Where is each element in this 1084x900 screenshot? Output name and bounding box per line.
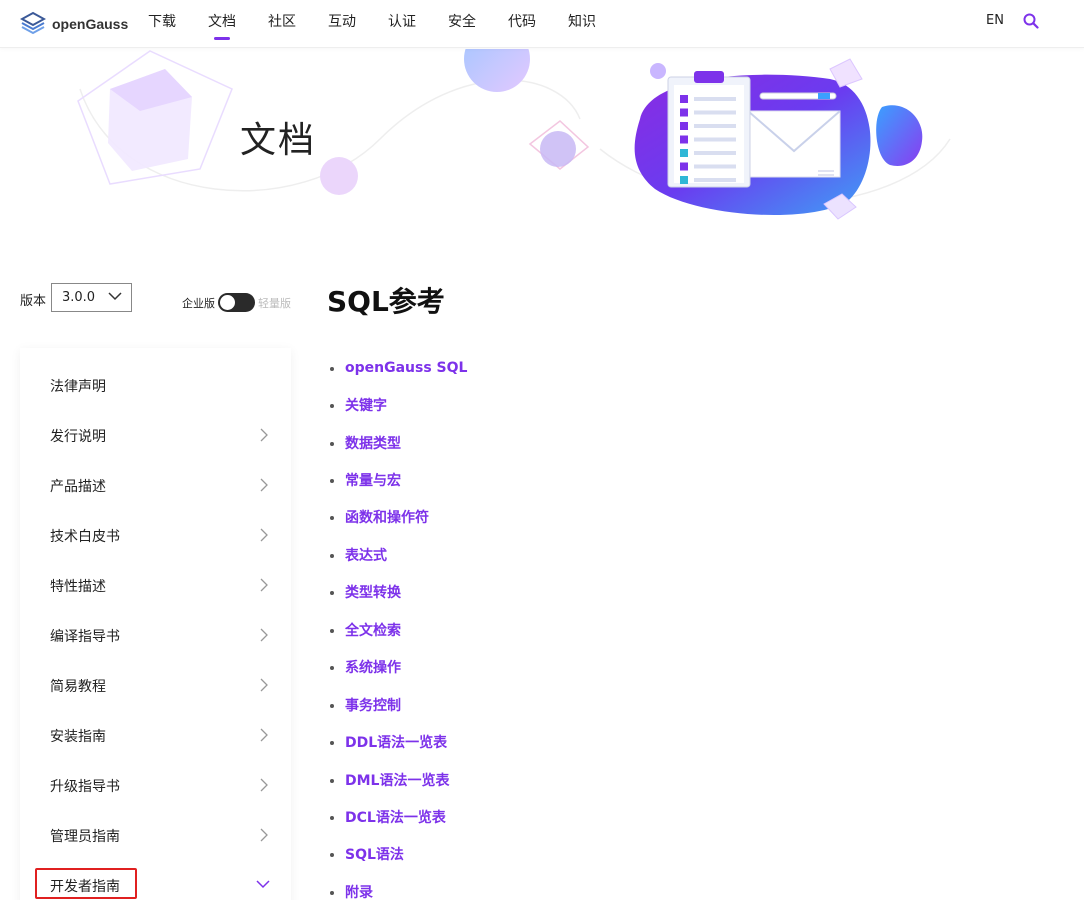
content-link-4[interactable]: 函数和操作符: [345, 507, 429, 527]
list-item: 附录: [330, 873, 467, 900]
list-item: 表达式: [330, 536, 467, 573]
chevron-right-icon: [260, 478, 268, 492]
edition-toggle[interactable]: [218, 293, 255, 312]
list-item: 系统操作: [330, 649, 467, 686]
banner-decoration-illustration: [77, 49, 951, 220]
chevron-right-icon: [260, 778, 268, 792]
sidebar-item-label: 特性描述: [50, 579, 106, 595]
sidebar-item-label: 技术白皮书: [50, 529, 120, 545]
list-item: 常量与宏: [330, 461, 467, 498]
chevron-right-icon: [260, 678, 268, 692]
edition-lite-label: 轻量版: [258, 297, 291, 310]
content-link-list: openGauss SQL 关键字数据类型常量与宏函数和操作符 表达式类型转换全文检…: [330, 349, 467, 900]
list-item: 关键字: [330, 386, 467, 423]
sidebar-item-8[interactable]: 升级指导书: [20, 758, 291, 808]
sidebar-item-1[interactable]: 发行说明: [20, 408, 291, 458]
nav-item-4[interactable]: 认证: [388, 0, 416, 48]
page-title: 文档: [240, 120, 317, 161]
version-value: 3.0.0: [62, 290, 96, 305]
sidebar-item-7[interactable]: 安装指南: [20, 708, 291, 758]
sidebar-item-3[interactable]: 技术白皮书: [20, 508, 291, 558]
sidebar-item-label: 升级指导书: [50, 779, 120, 795]
chevron-right-icon: [260, 828, 268, 842]
content-link-9[interactable]: 事务控制: [345, 695, 401, 715]
sidebar-item-label: 开发者指南: [50, 879, 120, 895]
content-link-7[interactable]: 全文检索: [345, 620, 401, 640]
sidebar-nav: 法律声明发行说明产品描述技术白皮书特性描述编译指导书简易教程安装指南升级指导书管…: [20, 348, 291, 900]
sidebar-item-6[interactable]: 简易教程: [20, 658, 291, 708]
chevron-right-icon: [260, 728, 268, 742]
list-item: 函数和操作符: [330, 499, 467, 536]
content-link-10[interactable]: DDL语法一览表: [345, 732, 447, 752]
chevron-down-icon: [108, 292, 122, 301]
chevron-right-icon: [260, 628, 268, 642]
sidebar-item-0[interactable]: 法律声明: [20, 358, 291, 408]
content-link-6[interactable]: 类型转换: [345, 582, 401, 602]
main-nav: 下载 文档 社区 互动 认证 安全 代码 知识: [148, 0, 628, 48]
nav-item-6[interactable]: 代码: [508, 0, 536, 48]
sidebar-item-label: 简易教程: [50, 679, 106, 695]
content-link-3[interactable]: 常量与宏: [345, 470, 401, 490]
content-link-14[interactable]: 附录: [345, 882, 373, 900]
list-item: DML语法一览表: [330, 761, 467, 798]
chevron-right-icon: [260, 528, 268, 542]
nav-item-0[interactable]: 下载: [148, 0, 176, 48]
content-link-2[interactable]: 数据类型: [345, 433, 401, 453]
sidebar-item-9[interactable]: 管理员指南: [20, 808, 291, 858]
version-select[interactable]: 3.0.0: [51, 283, 132, 312]
sidebar-item-label: 法律声明: [50, 379, 106, 395]
content-link-5[interactable]: 表达式: [345, 545, 387, 565]
content-link-12[interactable]: DCL语法一览表: [345, 807, 446, 827]
edition-enterprise-label: 企业版: [182, 297, 215, 310]
top-header: openGauss 下载 文档 社区 互动 认证 安全 代码 知识 EN: [0, 0, 1084, 48]
nav-item-7[interactable]: 知识: [568, 0, 596, 48]
toggle-knob: [220, 295, 235, 310]
sidebar-item-label: 产品描述: [50, 479, 106, 495]
language-switch[interactable]: EN: [986, 13, 1004, 28]
page-banner: 文档: [0, 49, 1084, 229]
chevron-right-icon: [260, 428, 268, 442]
nav-item-3[interactable]: 互动: [328, 0, 356, 48]
content-link-13[interactable]: SQL语法: [345, 844, 404, 864]
list-item: SQL语法: [330, 836, 467, 873]
sidebar-item-2[interactable]: 产品描述: [20, 458, 291, 508]
nav-item-2[interactable]: 社区: [268, 0, 296, 48]
opengauss-logo-icon: [20, 11, 46, 35]
list-item: 类型转换: [330, 574, 467, 611]
list-item: openGauss SQL: [330, 349, 467, 386]
content-link-0[interactable]: openGauss SQL: [345, 360, 467, 376]
logo-text: openGauss: [52, 16, 129, 32]
search-icon[interactable]: [1023, 13, 1039, 29]
sidebar-item-label: 编译指导书: [50, 629, 120, 645]
list-item: DCL语法一览表: [330, 798, 467, 835]
sidebar-item-10[interactable]: 开发者指南: [20, 858, 291, 900]
list-item: 数据类型: [330, 424, 467, 461]
sidebar-item-4[interactable]: 特性描述: [20, 558, 291, 608]
content-link-1[interactable]: 关键字: [345, 395, 387, 415]
sidebar-item-5[interactable]: 编译指导书: [20, 608, 291, 658]
sidebar-item-label: 发行说明: [50, 429, 106, 445]
content-title: SQL参考: [327, 285, 445, 318]
content-link-11[interactable]: DML语法一览表: [345, 770, 449, 790]
chevron-down-icon: [256, 880, 270, 889]
logo[interactable]: openGauss: [20, 10, 128, 38]
nav-item-1[interactable]: 文档: [208, 0, 236, 48]
content-link-8[interactable]: 系统操作: [345, 657, 401, 677]
version-label: 版本: [20, 294, 47, 309]
list-item: 事务控制: [330, 686, 467, 723]
list-item: 全文检索: [330, 611, 467, 648]
list-item: DDL语法一览表: [330, 723, 467, 760]
sidebar-item-label: 管理员指南: [50, 829, 120, 845]
nav-item-5[interactable]: 安全: [448, 0, 476, 48]
chevron-right-icon: [260, 578, 268, 592]
sidebar-item-label: 安装指南: [50, 729, 106, 745]
